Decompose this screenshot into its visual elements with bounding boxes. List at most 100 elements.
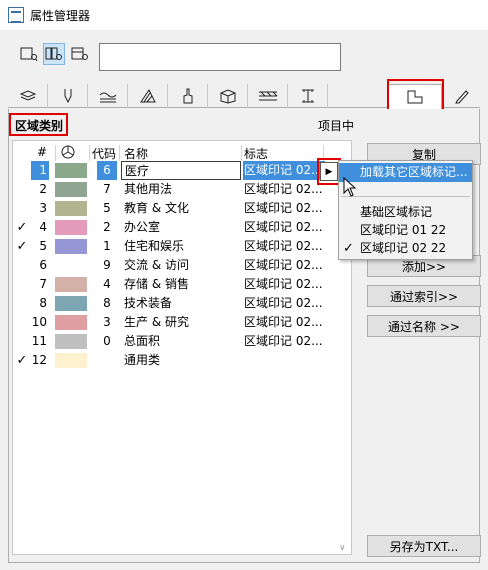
row-number: 4 (39, 220, 47, 234)
row-color-swatch[interactable] (55, 239, 87, 254)
row-checkmark[interactable] (15, 199, 29, 218)
row-color-swatch[interactable] (55, 353, 87, 368)
surface-icon (139, 89, 156, 103)
row-name[interactable]: 通用类 (121, 351, 241, 370)
table-row[interactable]: 7 4 存储 & 销售 区域印记 02... (13, 275, 343, 294)
tab-pens[interactable] (48, 84, 88, 108)
row-code: 2 (103, 220, 111, 234)
tab-composites[interactable] (248, 84, 288, 108)
scroll-down-icon[interactable]: ∨ (339, 543, 346, 553)
row-name[interactable]: 住宅和娱乐 (121, 237, 241, 256)
table-row[interactable]: ✓ 12 通用类 (13, 351, 343, 370)
row-name[interactable]: 总面积 (121, 332, 241, 351)
menu-item-basic-zone-stamp[interactable]: 基础区域标记 (339, 203, 472, 222)
table-row[interactable]: ✓ 5 1 住宅和娱乐 区域印记 02... (13, 237, 343, 256)
tab-layers[interactable] (8, 84, 48, 108)
brush-icon (183, 88, 192, 104)
grid-view-icon[interactable] (43, 43, 65, 65)
row-mark[interactable]: 区域印记 02... (243, 256, 325, 275)
row-number: 10 (31, 315, 47, 329)
table-row[interactable]: 10 3 生产 & 研究 区域印记 02... (13, 313, 343, 332)
row-name[interactable]: 交流 & 访问 (121, 256, 241, 275)
zone-category-table: # 代码 名称 标志 1 6 医疗 区域印记 02... 2 7 其他用法 区域印记 02..… (12, 140, 352, 555)
table-row[interactable]: 2 7 其他用法 区域印记 02... (13, 180, 343, 199)
list-view-icon[interactable] (18, 43, 40, 65)
by-index-button[interactable]: 通过索引>> (367, 285, 481, 307)
row-color-swatch[interactable] (55, 258, 87, 273)
row-mark[interactable] (243, 351, 325, 370)
menu-item-label: 基础区域标记 (360, 205, 433, 219)
row-mark[interactable]: 区域印记 02... (243, 313, 325, 332)
row-checkmark[interactable]: ✓ (15, 351, 29, 370)
table-row[interactable]: 8 8 技术装备 区域印记 02... (13, 294, 343, 313)
row-color-swatch[interactable] (55, 201, 87, 216)
search-input[interactable] (99, 43, 341, 71)
row-color-swatch[interactable] (55, 220, 87, 235)
row-color-swatch[interactable] (55, 277, 87, 292)
tab-profiles[interactable] (288, 84, 328, 108)
table-row[interactable]: ✓ 4 2 办公室 区域印记 02... (13, 218, 343, 237)
layers-icon (19, 90, 36, 101)
save-txt-button[interactable]: 另存为TXT... (367, 535, 481, 557)
row-mark[interactable]: 区域印记 02... (243, 161, 325, 180)
tab-markup[interactable] (442, 84, 482, 108)
row-number: 7 (39, 277, 47, 291)
menu-item-zone-stamp-02[interactable]: ✓ 区域印记 02 22 (339, 239, 472, 258)
app-icon (8, 7, 24, 23)
checkmark-icon: ✓ (343, 241, 354, 256)
tab-fills[interactable] (88, 84, 128, 108)
row-color-swatch[interactable] (55, 315, 87, 330)
col-header-number[interactable]: # (37, 145, 47, 159)
table-row[interactable]: 1 6 医疗 区域印记 02... (13, 161, 343, 180)
col-header-mark[interactable]: 标志 (244, 145, 268, 162)
row-color-swatch[interactable] (55, 334, 87, 349)
table-row[interactable]: 3 5 教育 & 文化 区域印记 02... (13, 199, 343, 218)
row-mark[interactable]: 区域印记 02... (243, 332, 325, 351)
row-color-swatch[interactable] (55, 296, 87, 311)
row-color-swatch[interactable] (55, 182, 87, 197)
row-name[interactable]: 教育 & 文化 (121, 199, 241, 218)
color-wheel-icon[interactable] (61, 145, 75, 162)
detail-view-icon[interactable] (69, 43, 91, 65)
row-checkmark[interactable]: ✓ (15, 218, 29, 237)
row-mark[interactable]: 区域印记 02... (243, 199, 325, 218)
menu-item-load-other[interactable]: 加载其它区域标记... (339, 163, 472, 182)
table-row[interactable]: 11 0 总面积 区域印记 02... (13, 332, 343, 351)
row-checkmark[interactable] (15, 161, 29, 180)
tab-zone-categories[interactable] (388, 84, 442, 109)
table-header: # 代码 名称 标志 (13, 143, 353, 161)
row-name[interactable]: 技术装备 (121, 294, 241, 313)
mark-options-button[interactable]: ▶ (320, 162, 338, 181)
row-checkmark[interactable]: ✓ (15, 237, 29, 256)
row-name[interactable]: 存储 & 销售 (121, 275, 241, 294)
profile-icon (301, 89, 314, 103)
mouse-cursor (343, 177, 357, 197)
row-mark[interactable]: 区域印记 02... (243, 294, 325, 313)
row-mark[interactable]: 区域印记 02... (243, 275, 325, 294)
table-row[interactable]: 6 9 交流 & 访问 区域印记 02... (13, 256, 343, 275)
row-code: 0 (103, 334, 111, 348)
row-checkmark[interactable] (15, 294, 29, 313)
tab-surfaces[interactable] (128, 84, 168, 108)
menu-item-zone-stamp-01[interactable]: 区域印记 01 22 (339, 221, 472, 240)
pen-icon (64, 89, 71, 104)
tab-building-materials[interactable] (208, 84, 248, 108)
row-checkmark[interactable] (15, 180, 29, 199)
row-checkmark[interactable] (15, 332, 29, 351)
row-name[interactable]: 其他用法 (121, 180, 241, 199)
row-mark[interactable]: 区域印记 02... (243, 180, 325, 199)
row-mark[interactable]: 区域印记 02... (243, 218, 325, 237)
row-name[interactable]: 办公室 (121, 218, 241, 237)
tab-brushes[interactable] (168, 84, 208, 108)
row-checkmark[interactable] (15, 275, 29, 294)
row-color-swatch[interactable] (55, 163, 87, 178)
row-checkmark[interactable] (15, 256, 29, 275)
col-header-name[interactable]: 名称 (124, 145, 148, 162)
row-number: 6 (39, 258, 47, 272)
row-name[interactable]: 医疗 (121, 161, 241, 180)
row-mark[interactable]: 区域印记 02... (243, 237, 325, 256)
col-header-code[interactable]: 代码 (92, 145, 116, 162)
row-checkmark[interactable] (15, 313, 29, 332)
row-name[interactable]: 生产 & 研究 (121, 313, 241, 332)
by-name-button[interactable]: 通过名称 >> (367, 315, 481, 337)
